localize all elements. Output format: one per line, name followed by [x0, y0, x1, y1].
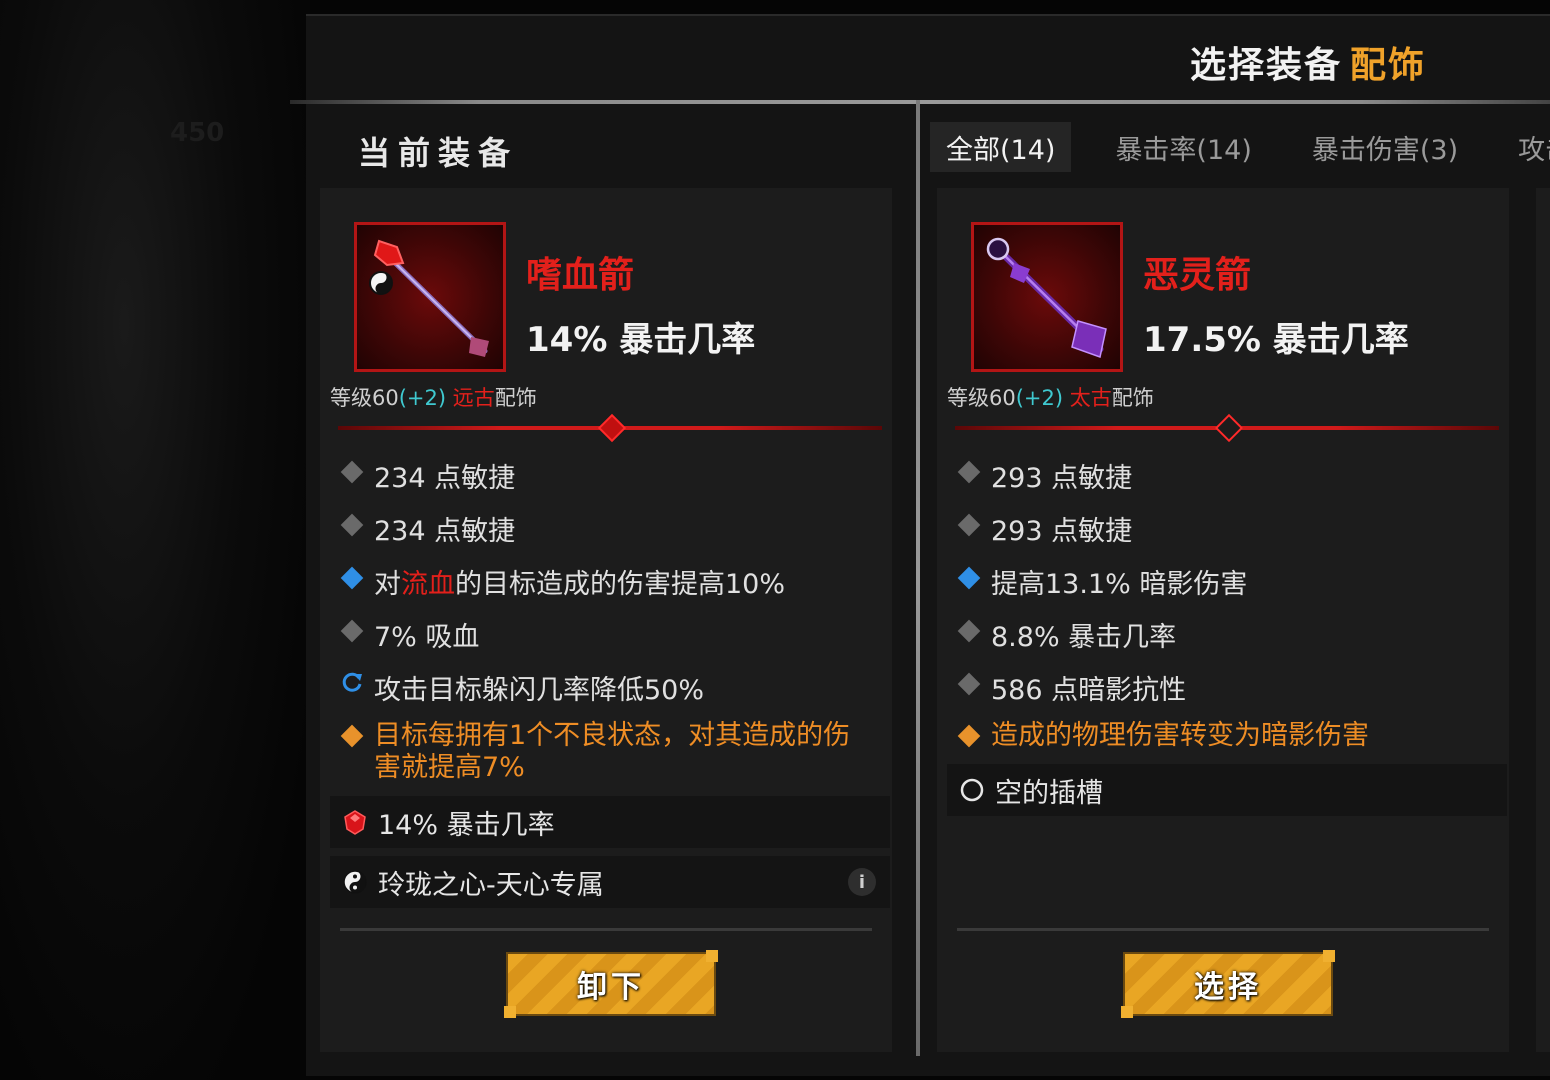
attr-text: 提高13.1% 暗影伤害	[991, 569, 1248, 600]
bloodthirst-arrow-icon	[369, 239, 489, 357]
soul-slot[interactable]: 玲珑之心-天心专属 i	[330, 856, 890, 908]
column-divider	[916, 100, 920, 1056]
gem-slot-text: 14% 暴击几率	[378, 809, 555, 841]
panel-title-category: 配饰	[1349, 45, 1426, 86]
info-icon[interactable]: i	[848, 868, 876, 896]
current-equipment-title: 当前装备	[358, 134, 519, 172]
item-level-bonus: (+2)	[1015, 386, 1064, 410]
orange-diamond-icon	[957, 724, 981, 748]
candidate-item-card[interactable]: 恶灵箭 17.5% 暴击几率 等级60(+2) 太古配饰 293 点敏捷 293…	[937, 188, 1509, 1052]
item-level: 等级60	[947, 386, 1016, 410]
attr-text-pre: 对	[374, 569, 401, 600]
item-main-stat: 14% 暴击几率	[526, 320, 756, 360]
attr-text: 目标每拥有1个不良状态，对其造成的伤害就提高7%	[374, 720, 851, 783]
blue-diamond-icon	[340, 566, 364, 590]
attr-text: 586 点暗影抗性	[991, 675, 1187, 706]
ruby-gem-icon	[344, 810, 366, 835]
card-bottom-divider	[957, 928, 1489, 931]
item-name: 嗜血箭	[526, 255, 635, 296]
attr-text: 293 点敏捷	[991, 516, 1133, 547]
current-item-card: 嗜血箭 14% 暴击几率 等级60(+2) 远古配饰 234 点敏捷 234 点…	[320, 188, 892, 1052]
tab-all[interactable]: 全部(14)	[930, 122, 1072, 172]
attr-agility-2: 234 点敏捷	[340, 509, 515, 548]
attr-dodge-reduction: 攻击目标躲闪几率降低50%	[340, 668, 704, 707]
item-name: 恶灵箭	[1143, 255, 1252, 296]
attr-text: 造成的物理伤害转变为暗影伤害	[991, 720, 1369, 751]
unequip-button[interactable]: 卸下	[504, 950, 718, 1018]
empty-socket-icon	[960, 778, 984, 802]
grey-diamond-icon	[957, 619, 981, 643]
gem-slot[interactable]: 14% 暴击几率	[330, 796, 890, 848]
attr-legendary-power: 造成的物理伤害转变为暗影伤害	[957, 720, 1487, 752]
divider-gem	[597, 413, 627, 443]
divider-gem	[1214, 413, 1244, 443]
item-type: 配饰	[1111, 386, 1154, 410]
evil-spirit-arrow-icon	[986, 237, 1107, 358]
attr-agility-1: 293 点敏捷	[957, 456, 1132, 495]
attr-lifesteal: 7% 吸血	[340, 615, 479, 654]
attr-crit-chance: 8.8% 暴击几率	[957, 615, 1176, 654]
item-main-stat: 17.5% 暴击几率	[1143, 320, 1409, 360]
grey-diamond-icon	[957, 672, 981, 696]
attr-text: 234 点敏捷	[374, 516, 516, 547]
item-type: 配饰	[494, 386, 537, 410]
item-level-bonus: (+2)	[398, 386, 447, 410]
item-icon-box[interactable]	[971, 222, 1123, 372]
attr-text: 对流血的目标造成的伤害提高10%	[374, 562, 785, 601]
tab-crit-damage[interactable]: 暴击伤害(3)	[1296, 122, 1474, 172]
attr-shadow-damage: 提高13.1% 暗影伤害	[957, 562, 1247, 601]
grey-diamond-icon	[340, 513, 364, 537]
grey-diamond-icon	[340, 619, 364, 643]
next-card-peek	[1536, 188, 1550, 1052]
filter-tabs: 全部(14) 暴击率(14) 暴击伤害(3) 攻击速度	[930, 122, 1550, 172]
panel-title-main: 选择装备	[1189, 45, 1342, 86]
grey-diamond-icon	[957, 460, 981, 484]
item-level-line: 等级60(+2) 太古配饰	[947, 382, 1154, 412]
header-divider	[290, 100, 1550, 104]
attr-text: 293 点敏捷	[991, 463, 1133, 494]
card-bottom-divider	[340, 928, 872, 931]
select-button[interactable]: 选择	[1121, 950, 1335, 1018]
blue-diamond-icon	[957, 566, 981, 590]
item-icon-box[interactable]	[354, 222, 506, 372]
attr-shadow-resist: 586 点暗影抗性	[957, 668, 1186, 707]
item-level-line: 等级60(+2) 远古配饰	[330, 382, 537, 412]
empty-socket-text: 空的插槽	[995, 777, 1103, 809]
background-ghost-number: 450	[170, 118, 225, 148]
tab-attack-speed[interactable]: 攻击速度	[1502, 122, 1550, 172]
attr-text-post: 的目标造成的伤害提高10%	[455, 569, 786, 600]
tab-crit-rate[interactable]: 暴击率(14)	[1099, 122, 1267, 172]
item-rarity: 太古	[1069, 386, 1112, 410]
grey-diamond-icon	[957, 513, 981, 537]
yin-yang-icon	[343, 870, 367, 894]
panel-title: 选择装备 配饰	[1190, 36, 1426, 88]
refresh-icon	[342, 672, 362, 692]
soul-slot-text: 玲珑之心-天心专属	[378, 869, 604, 901]
item-level: 等级60	[330, 386, 399, 410]
empty-socket[interactable]: 空的插槽	[947, 764, 1507, 816]
attr-text: 234 点敏捷	[374, 463, 516, 494]
attr-legendary-power: 目标每拥有1个不良状态，对其造成的伤害就提高7%	[340, 720, 870, 784]
attr-agility-1: 234 点敏捷	[340, 456, 515, 495]
orange-diamond-icon	[340, 724, 364, 748]
attr-bleed-damage: 对流血的目标造成的伤害提高10%	[340, 562, 785, 601]
attr-text: 8.8% 暴击几率	[991, 622, 1177, 653]
attr-text: 7% 吸血	[374, 622, 480, 653]
attr-keyword-bleed: 流血	[401, 569, 455, 600]
item-rarity: 远古	[452, 386, 495, 410]
attr-text: 攻击目标躲闪几率降低50%	[374, 675, 705, 706]
background-left	[0, 0, 310, 1080]
attr-agility-2: 293 点敏捷	[957, 509, 1132, 548]
grey-diamond-icon	[340, 460, 364, 484]
